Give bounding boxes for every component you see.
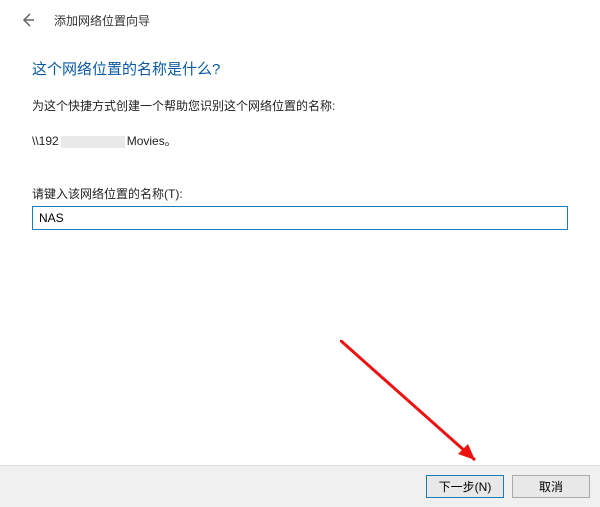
- annotation-arrow-icon: [340, 340, 500, 480]
- input-label: 请键入该网络位置的名称(T):: [32, 185, 568, 202]
- cancel-button[interactable]: 取消: [512, 475, 590, 498]
- network-path-text: \\192 Movies。: [32, 132, 568, 149]
- path-suffix: Movies。: [127, 134, 177, 148]
- page-heading: 这个网络位置的名称是什么?: [32, 58, 568, 79]
- arrow-left-icon: [20, 12, 36, 28]
- wizard-content: 这个网络位置的名称是什么? 为这个快捷方式创建一个帮助您识别这个网络位置的名称:…: [0, 36, 600, 230]
- next-button[interactable]: 下一步(N): [426, 475, 504, 498]
- back-button[interactable]: [18, 10, 38, 30]
- instruction-text: 为这个快捷方式创建一个帮助您识别这个网络位置的名称:: [32, 97, 568, 114]
- window-title: 添加网络位置向导: [54, 12, 150, 29]
- titlebar: 添加网络位置向导: [0, 0, 600, 36]
- button-bar: 下一步(N) 取消: [0, 465, 600, 507]
- path-prefix: \\192: [32, 134, 59, 148]
- location-name-input[interactable]: [32, 206, 568, 230]
- redacted-segment: [61, 136, 125, 148]
